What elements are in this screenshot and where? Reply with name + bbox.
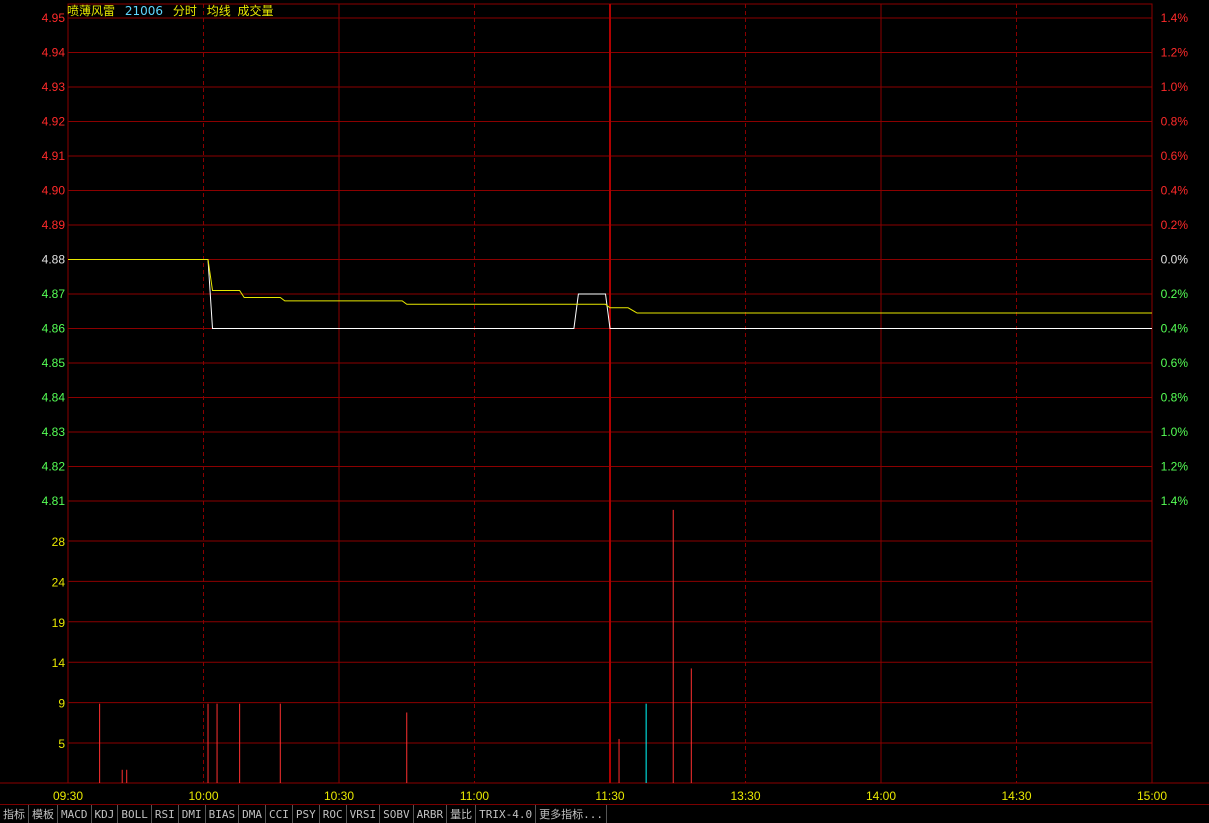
- price-tick-label: 4.92: [42, 115, 66, 129]
- indicator-tab[interactable]: DMI: [179, 805, 206, 823]
- indicator-tab[interactable]: 量比: [447, 805, 477, 823]
- time-tick-label: 14:00: [866, 789, 896, 803]
- price-tick-label: 4.89: [42, 218, 66, 232]
- indicator-tab[interactable]: RSI: [152, 805, 179, 823]
- chart-canvas[interactable]: 4.95 4.94 4.93 4.92 4.91 4.90 4.89 4.88 4.87 4.86…: [0, 0, 1209, 803]
- percent-tick-label: 0.0%: [1161, 253, 1189, 267]
- indicator-tab[interactable]: ROC: [320, 805, 347, 823]
- indicator-tab[interactable]: SOBV: [380, 805, 414, 823]
- indicator-tab[interactable]: TRIX-4.0: [476, 805, 537, 823]
- percent-tick-label: 1.4%: [1161, 11, 1189, 25]
- stock-name: 喷薄风雷: [67, 4, 116, 18]
- indicator-tab[interactable]: VRSI: [347, 805, 381, 823]
- indicator-tab[interactable]: KDJ: [92, 805, 119, 823]
- volume-tick-label: 19: [52, 616, 66, 630]
- percent-tick-label: 0.2%: [1161, 287, 1189, 301]
- percent-tick-label: 0.4%: [1161, 322, 1189, 336]
- indicator-tab[interactable]: MACD: [58, 805, 92, 823]
- time-tick-label: 10:00: [188, 789, 218, 803]
- time-tick-label: 09:30: [53, 789, 83, 803]
- indicator-tab[interactable]: PSY: [293, 805, 320, 823]
- price-tick-label: 4.95: [42, 11, 66, 25]
- price-tick-label: 4.84: [42, 391, 66, 405]
- volume-tick-label: 5: [58, 737, 65, 751]
- price-tick-label: 4.81: [42, 494, 66, 508]
- indicator-tab[interactable]: 模板: [29, 805, 58, 823]
- price-tick-label: 4.91: [42, 149, 66, 163]
- percent-tick-label: 1.0%: [1161, 425, 1189, 439]
- indicator-tab[interactable]: ARBR: [414, 805, 448, 823]
- time-tick-label: 11:30: [595, 789, 624, 803]
- percent-tick-label: 1.2%: [1161, 460, 1189, 474]
- indicator-tab[interactable]: 更多指标...: [536, 805, 607, 823]
- indicator-tab[interactable]: DMA: [239, 805, 266, 823]
- label-timeshare: 分时: [172, 4, 197, 18]
- percent-tick-label: 0.8%: [1161, 391, 1189, 405]
- time-tick-label: 13:30: [730, 789, 760, 803]
- percent-tick-label: 1.4%: [1161, 494, 1189, 508]
- indicator-tab-bar: 指标 模板 MACD KDJ BOLL RSI DMI BIAS DMA CCI PSY ROC VRS…: [0, 804, 1209, 823]
- price-tick-label: 4.87: [42, 287, 66, 301]
- price-tick-label: 4.86: [42, 322, 66, 336]
- percent-tick-label: 0.6%: [1161, 149, 1189, 163]
- price-tick-label: 4.94: [42, 46, 66, 60]
- volume-tick-label: 9: [58, 697, 65, 711]
- label-avg-line: 均线: [206, 4, 231, 18]
- time-tick-label: 14:30: [1001, 789, 1031, 803]
- price-tick-label: 4.93: [42, 80, 66, 94]
- time-tick-label: 10:30: [324, 789, 354, 803]
- time-tick-label: 15:00: [1137, 789, 1167, 803]
- indicator-tab[interactable]: BOLL: [118, 805, 152, 823]
- percent-tick-label: 0.6%: [1161, 356, 1189, 370]
- indicator-tab[interactable]: CCI: [266, 805, 293, 823]
- intraday-chart-window: 4.95 4.94 4.93 4.92 4.91 4.90 4.89 4.88 4.87 4.86…: [0, 0, 1209, 823]
- percent-tick-label: 0.2%: [1161, 218, 1189, 232]
- label-volume: 成交量: [237, 4, 274, 18]
- price-tick-label: 4.83: [42, 425, 66, 439]
- percent-tick-label: 1.0%: [1161, 80, 1189, 94]
- chart-header: 喷薄风雷 21006 分时 均线 成交量: [67, 2, 280, 19]
- volume-tick-label: 28: [52, 535, 66, 549]
- indicator-tab[interactable]: 指标: [0, 805, 29, 823]
- volume-tick-label: 24: [52, 575, 66, 589]
- price-tick-label: 4.90: [42, 184, 66, 198]
- percent-tick-label: 0.4%: [1161, 184, 1189, 198]
- percent-tick-label: 1.2%: [1161, 46, 1189, 60]
- stock-code: 21006: [124, 4, 164, 18]
- price-tick-label: 4.88: [42, 253, 66, 267]
- price-tick-label: 4.82: [42, 460, 66, 474]
- time-tick-label: 11:00: [460, 789, 489, 803]
- price-tick-label: 4.85: [42, 356, 66, 370]
- percent-tick-label: 0.8%: [1161, 115, 1189, 129]
- volume-tick-label: 14: [52, 656, 66, 670]
- indicator-tab[interactable]: BIAS: [206, 805, 240, 823]
